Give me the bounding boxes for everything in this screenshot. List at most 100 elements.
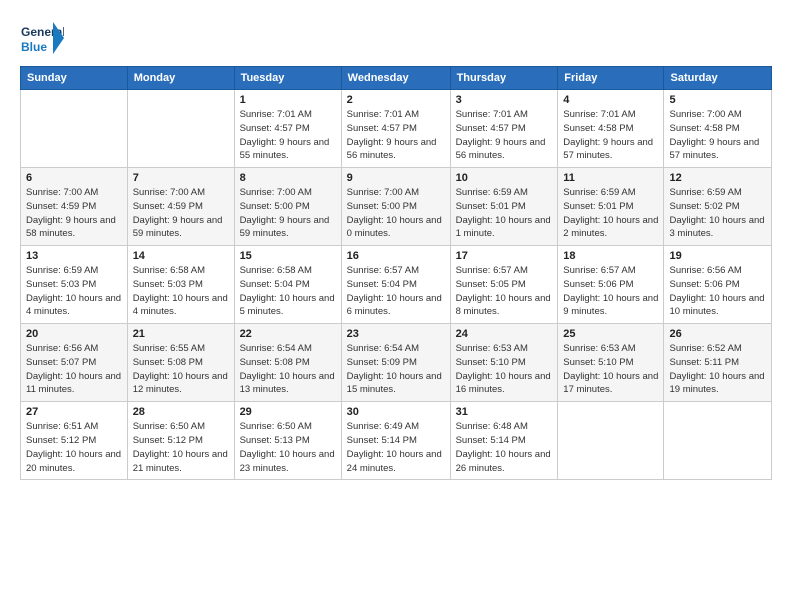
day-number: 16 (347, 250, 445, 262)
weekday-header: Monday (127, 67, 234, 90)
day-number: 29 (240, 406, 336, 418)
day-number: 8 (240, 172, 336, 184)
calendar-cell: 28 Sunrise: 6:50 AM Sunset: 5:12 PM Dayli… (127, 402, 234, 480)
weekday-header: Wednesday (341, 67, 450, 90)
day-number: 15 (240, 250, 336, 262)
calendar-cell: 1 Sunrise: 7:01 AM Sunset: 4:57 PM Daylig… (234, 90, 341, 168)
calendar-cell: 19 Sunrise: 6:56 AM Sunset: 5:06 PM Dayli… (664, 246, 772, 324)
day-number: 2 (347, 94, 445, 106)
calendar-cell: 31Sunrise: 6:48 AM Sunset: 5:14 PM Dayli… (450, 402, 558, 480)
calendar-table: SundayMondayTuesdayWednesdayThursdayFrid… (20, 66, 772, 480)
calendar-cell: 7 Sunrise: 7:00 AM Sunset: 4:59 PM Daylig… (127, 168, 234, 246)
page: GeneralBlue SundayMondayTuesdayWednesday… (0, 0, 792, 612)
day-info: Sunrise: 6:51 AM Sunset: 5:12 PM Dayligh… (26, 420, 122, 475)
calendar-cell: 12 Sunrise: 6:59 AM Sunset: 5:02 PM Dayli… (664, 168, 772, 246)
day-info: Sunrise: 6:59 AM Sunset: 5:01 PM Dayligh… (563, 186, 658, 241)
day-number: 30 (347, 406, 445, 418)
calendar-cell: 17 Sunrise: 6:57 AM Sunset: 5:05 PM Dayli… (450, 246, 558, 324)
calendar-cell: 24 Sunrise: 6:53 AM Sunset: 5:10 PM Dayli… (450, 324, 558, 402)
day-number: 12 (669, 172, 766, 184)
day-number: 19 (669, 250, 766, 262)
day-info: Sunrise: 6:56 AM Sunset: 5:07 PM Dayligh… (26, 342, 122, 397)
day-number: 9 (347, 172, 445, 184)
day-info: Sunrise: 6:55 AM Sunset: 5:08 PM Dayligh… (133, 342, 229, 397)
day-info: Sunrise: 7:01 AM Sunset: 4:58 PM Dayligh… (563, 108, 658, 163)
day-info: Sunrise: 6:59 AM Sunset: 5:01 PM Dayligh… (456, 186, 553, 241)
calendar-cell (21, 90, 128, 168)
weekday-header: Saturday (664, 67, 772, 90)
day-info: Sunrise: 7:01 AM Sunset: 4:57 PM Dayligh… (456, 108, 553, 163)
day-info: Sunrise: 6:56 AM Sunset: 5:06 PM Dayligh… (669, 264, 766, 319)
calendar-week-row: 13Sunrise: 6:59 AM Sunset: 5:03 PM Dayli… (21, 246, 772, 324)
calendar-cell: 18Sunrise: 6:57 AM Sunset: 5:06 PM Dayli… (558, 246, 664, 324)
calendar-cell: 26 Sunrise: 6:52 AM Sunset: 5:11 PM Dayli… (664, 324, 772, 402)
day-info: Sunrise: 6:57 AM Sunset: 5:05 PM Dayligh… (456, 264, 553, 319)
calendar-cell (664, 402, 772, 480)
calendar-cell: 3Sunrise: 7:01 AM Sunset: 4:57 PM Daylig… (450, 90, 558, 168)
day-number: 20 (26, 328, 122, 340)
calendar-week-row: 1 Sunrise: 7:01 AM Sunset: 4:57 PM Daylig… (21, 90, 772, 168)
day-info: Sunrise: 7:01 AM Sunset: 4:57 PM Dayligh… (347, 108, 445, 163)
day-info: Sunrise: 7:01 AM Sunset: 4:57 PM Dayligh… (240, 108, 336, 163)
calendar-cell: 10 Sunrise: 6:59 AM Sunset: 5:01 PM Dayli… (450, 168, 558, 246)
calendar-week-row: 6 Sunrise: 7:00 AM Sunset: 4:59 PM Daylig… (21, 168, 772, 246)
day-info: Sunrise: 6:59 AM Sunset: 5:02 PM Dayligh… (669, 186, 766, 241)
day-number: 27 (26, 406, 122, 418)
calendar-cell: 8 Sunrise: 7:00 AM Sunset: 5:00 PM Daylig… (234, 168, 341, 246)
calendar-cell (127, 90, 234, 168)
header: GeneralBlue (20, 18, 772, 58)
calendar-cell: 14 Sunrise: 6:58 AM Sunset: 5:03 PM Dayli… (127, 246, 234, 324)
day-info: Sunrise: 6:50 AM Sunset: 5:12 PM Dayligh… (133, 420, 229, 475)
day-number: 7 (133, 172, 229, 184)
day-number: 17 (456, 250, 553, 262)
day-info: Sunrise: 6:59 AM Sunset: 5:03 PM Dayligh… (26, 264, 122, 319)
day-info: Sunrise: 7:00 AM Sunset: 4:58 PM Dayligh… (669, 108, 766, 163)
weekday-header: Sunday (21, 67, 128, 90)
day-number: 28 (133, 406, 229, 418)
calendar-cell: 27 Sunrise: 6:51 AM Sunset: 5:12 PM Dayli… (21, 402, 128, 480)
day-info: Sunrise: 6:54 AM Sunset: 5:08 PM Dayligh… (240, 342, 336, 397)
calendar-week-row: 20 Sunrise: 6:56 AM Sunset: 5:07 PM Dayli… (21, 324, 772, 402)
day-number: 4 (563, 94, 658, 106)
calendar-cell: 30 Sunrise: 6:49 AM Sunset: 5:14 PM Dayli… (341, 402, 450, 480)
day-number: 26 (669, 328, 766, 340)
day-number: 5 (669, 94, 766, 106)
day-info: Sunrise: 7:00 AM Sunset: 5:00 PM Dayligh… (240, 186, 336, 241)
day-info: Sunrise: 6:57 AM Sunset: 5:04 PM Dayligh… (347, 264, 445, 319)
calendar-cell: 11Sunrise: 6:59 AM Sunset: 5:01 PM Dayli… (558, 168, 664, 246)
weekday-header: Friday (558, 67, 664, 90)
day-number: 24 (456, 328, 553, 340)
calendar-cell: 2 Sunrise: 7:01 AM Sunset: 4:57 PM Daylig… (341, 90, 450, 168)
logo-svg: GeneralBlue (20, 18, 64, 58)
day-info: Sunrise: 7:00 AM Sunset: 4:59 PM Dayligh… (133, 186, 229, 241)
calendar-cell: 6Sunrise: 7:00 AM Sunset: 4:59 PM Daylig… (21, 168, 128, 246)
day-info: Sunrise: 6:50 AM Sunset: 5:13 PM Dayligh… (240, 420, 336, 475)
day-info: Sunrise: 6:57 AM Sunset: 5:06 PM Dayligh… (563, 264, 658, 319)
day-info: Sunrise: 6:54 AM Sunset: 5:09 PM Dayligh… (347, 342, 445, 397)
calendar-cell (558, 402, 664, 480)
day-number: 6 (26, 172, 122, 184)
calendar-cell: 5 Sunrise: 7:00 AM Sunset: 4:58 PM Daylig… (664, 90, 772, 168)
day-info: Sunrise: 6:52 AM Sunset: 5:11 PM Dayligh… (669, 342, 766, 397)
calendar-cell: 22 Sunrise: 6:54 AM Sunset: 5:08 PM Dayli… (234, 324, 341, 402)
logo: GeneralBlue (20, 18, 64, 58)
day-info: Sunrise: 6:53 AM Sunset: 5:10 PM Dayligh… (563, 342, 658, 397)
calendar-cell: 9Sunrise: 7:00 AM Sunset: 5:00 PM Daylig… (341, 168, 450, 246)
day-info: Sunrise: 6:49 AM Sunset: 5:14 PM Dayligh… (347, 420, 445, 475)
day-number: 23 (347, 328, 445, 340)
day-number: 22 (240, 328, 336, 340)
day-number: 1 (240, 94, 336, 106)
calendar-cell: 20 Sunrise: 6:56 AM Sunset: 5:07 PM Dayli… (21, 324, 128, 402)
day-info: Sunrise: 6:53 AM Sunset: 5:10 PM Dayligh… (456, 342, 553, 397)
calendar-cell: 13Sunrise: 6:59 AM Sunset: 5:03 PM Dayli… (21, 246, 128, 324)
day-info: Sunrise: 6:58 AM Sunset: 5:03 PM Dayligh… (133, 264, 229, 319)
day-number: 10 (456, 172, 553, 184)
day-info: Sunrise: 6:48 AM Sunset: 5:14 PM Dayligh… (456, 420, 553, 475)
weekday-header-row: SundayMondayTuesdayWednesdayThursdayFrid… (21, 67, 772, 90)
calendar-cell: 4 Sunrise: 7:01 AM Sunset: 4:58 PM Daylig… (558, 90, 664, 168)
day-number: 14 (133, 250, 229, 262)
calendar-cell: 16 Sunrise: 6:57 AM Sunset: 5:04 PM Dayli… (341, 246, 450, 324)
weekday-header: Tuesday (234, 67, 341, 90)
weekday-header: Thursday (450, 67, 558, 90)
svg-text:Blue: Blue (21, 40, 47, 54)
